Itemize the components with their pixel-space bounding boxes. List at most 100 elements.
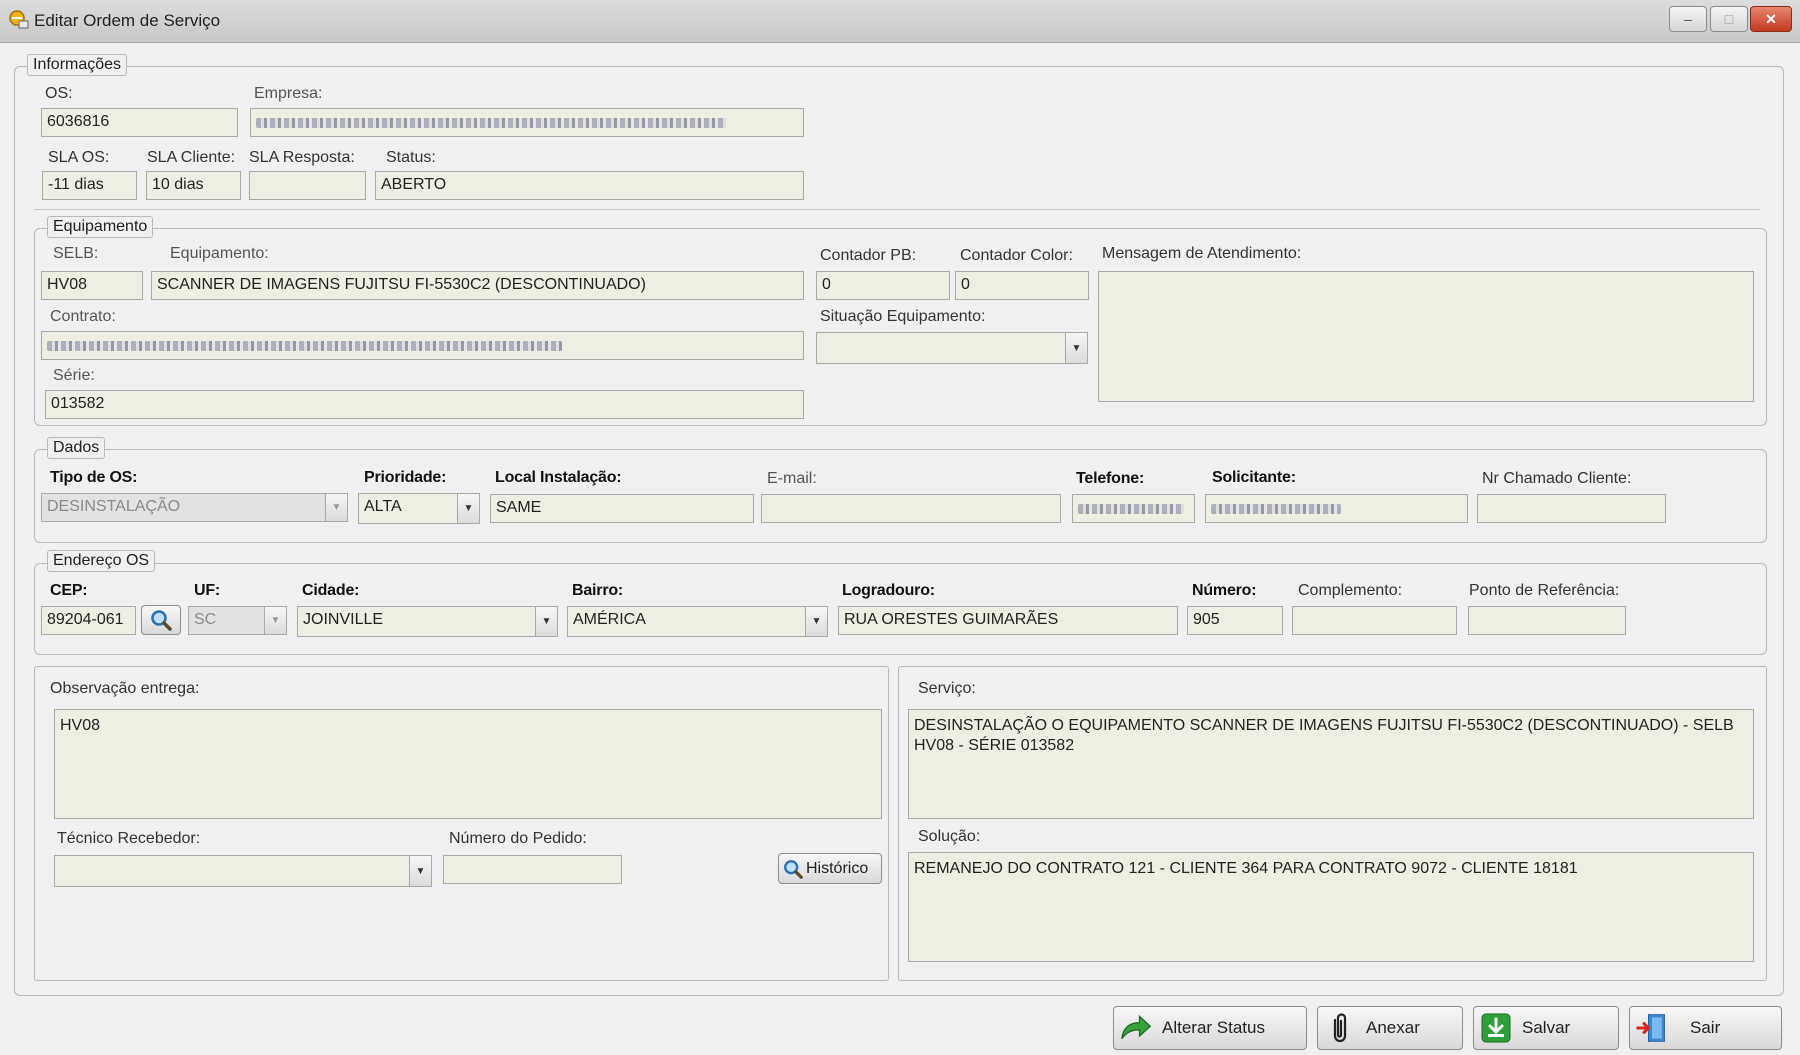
sla-resposta-field[interactable] [249,171,366,200]
nr-chamado-label: Nr Chamado Cliente: [1482,470,1632,487]
ponto-referencia-field[interactable] [1468,606,1626,635]
chevron-down-icon[interactable]: ▼ [535,607,557,636]
cidade-label: Cidade: [302,582,360,599]
selb-label: SELB: [53,245,99,262]
uf-dropdown[interactable]: SC ▼ [188,606,287,635]
contrato-field[interactable] [41,331,804,360]
tecnico-dropdown[interactable]: ▼ [54,855,432,887]
redacted-text [1211,504,1341,514]
chevron-down-icon[interactable]: ▼ [805,607,827,636]
cep-label: CEP: [50,582,88,599]
tipo-os-dropdown[interactable]: DESINSTALAÇÃO ▼ [41,493,348,522]
green-arrow-icon [1120,1012,1152,1044]
anexar-button[interactable]: Anexar [1317,1006,1463,1050]
maximize-button[interactable]: □ [1710,6,1748,32]
salvar-label: Salvar [1522,1018,1571,1037]
email-field[interactable] [761,494,1061,523]
divider [34,209,1760,210]
os-field[interactable]: 6036816 [41,108,238,137]
contrato-label: Contrato: [50,308,116,325]
chevron-down-icon[interactable]: ▼ [325,494,347,521]
salvar-button[interactable]: Salvar [1473,1006,1619,1050]
redacted-text [1078,504,1184,514]
status-field[interactable]: ABERTO [375,171,804,200]
window-title: Editar Ordem de Serviço [34,11,221,30]
contador-pb-field[interactable]: 0 [816,271,950,300]
dados-title: Dados [47,437,106,459]
observacao-label: Observação entrega: [50,680,200,697]
sla-os-field[interactable]: -11 dias [42,171,137,200]
chevron-down-icon[interactable]: ▼ [457,494,479,523]
email-label: E-mail: [767,470,817,487]
pedido-field[interactable] [443,855,622,884]
redacted-text [256,118,726,128]
servico-textarea[interactable]: DESINSTALAÇÃO O EQUIPAMENTO SCANNER DE I… [908,709,1754,819]
ponto-referencia-label: Ponto de Referência: [1469,582,1620,599]
selb-field[interactable]: HV08 [41,271,143,300]
anexar-label: Anexar [1366,1018,1420,1037]
serie-label: Série: [53,367,95,384]
situacao-label: Situação Equipamento: [820,308,986,325]
sla-os-label: SLA OS: [48,149,110,166]
app-icon [8,9,30,31]
solucao-textarea[interactable]: REMANEJO DO CONTRATO 121 - CLIENTE 364 P… [908,852,1754,962]
empresa-field[interactable] [250,108,804,137]
sair-button[interactable]: Sair [1629,1006,1782,1050]
nr-chamado-field[interactable] [1477,494,1666,523]
observacao-textarea[interactable]: HV08 [54,709,882,819]
exit-door-icon [1636,1012,1668,1044]
cep-field[interactable]: 89204-061 [41,606,136,635]
sla-cliente-field[interactable]: 10 dias [146,171,241,200]
solicitante-label: Solicitante: [1212,469,1296,486]
tipo-os-label: Tipo de OS: [50,469,138,486]
historico-button[interactable]: Histórico [778,853,882,884]
cidade-value: JOINVILLE [303,611,384,628]
cidade-dropdown[interactable]: JOINVILLE ▼ [297,606,558,637]
local-instalacao-field[interactable]: SAME [490,494,754,523]
close-button[interactable]: ✕ [1750,6,1792,32]
pedido-label: Número do Pedido: [449,830,587,847]
cep-search-button[interactable] [141,605,181,635]
numero-field[interactable]: 905 [1187,606,1283,635]
bairro-label: Bairro: [572,582,624,599]
situacao-dropdown[interactable]: ▼ [816,332,1088,364]
mensagem-textarea[interactable] [1098,271,1754,402]
prioridade-dropdown[interactable]: ALTA ▼ [358,493,480,524]
logradouro-field[interactable]: RUA ORESTES GUIMARÃES [838,606,1178,635]
paperclip-icon [1324,1012,1356,1044]
solicitante-field[interactable] [1205,494,1468,523]
uf-value: SC [194,611,217,628]
logradouro-label: Logradouro: [842,582,935,599]
telefone-field[interactable] [1072,494,1195,523]
minimize-button[interactable]: – [1669,6,1707,32]
os-label: OS: [45,85,73,102]
prioridade-label: Prioridade: [364,469,447,486]
serie-field[interactable]: 013582 [45,390,804,419]
complemento-field[interactable] [1292,606,1457,635]
equipamento-field[interactable]: SCANNER DE IMAGENS FUJITSU FI-5530C2 (DE… [151,271,804,300]
redacted-text [47,341,562,351]
endereco-title: Endereço OS [47,550,156,572]
chevron-down-icon[interactable]: ▼ [409,856,431,886]
sair-label: Sair [1690,1018,1721,1037]
chevron-down-icon[interactable]: ▼ [1065,333,1087,363]
mensagem-label: Mensagem de Atendimento: [1102,245,1302,262]
equipamento-title: Equipamento [47,216,154,238]
sla-cliente-label: SLA Cliente: [147,149,236,166]
contador-color-label: Contador Color: [960,247,1073,264]
equipamento-label: Equipamento: [170,245,269,262]
bairro-value: AMÉRICA [573,611,646,628]
tecnico-label: Técnico Recebedor: [57,830,201,847]
alterar-status-button[interactable]: Alterar Status [1113,1006,1307,1050]
contador-color-field[interactable]: 0 [955,271,1089,300]
uf-label: UF: [194,582,221,599]
search-icon [151,610,172,631]
chevron-down-icon[interactable]: ▼ [264,607,286,634]
status-label: Status: [386,149,436,166]
complemento-label: Complemento: [1298,582,1403,599]
tipo-os-value: DESINSTALAÇÃO [47,498,181,515]
numero-label: Número: [1192,582,1257,599]
historico-label: Histórico [806,859,869,877]
bairro-dropdown[interactable]: AMÉRICA ▼ [567,606,828,637]
servico-label: Serviço: [918,680,976,697]
